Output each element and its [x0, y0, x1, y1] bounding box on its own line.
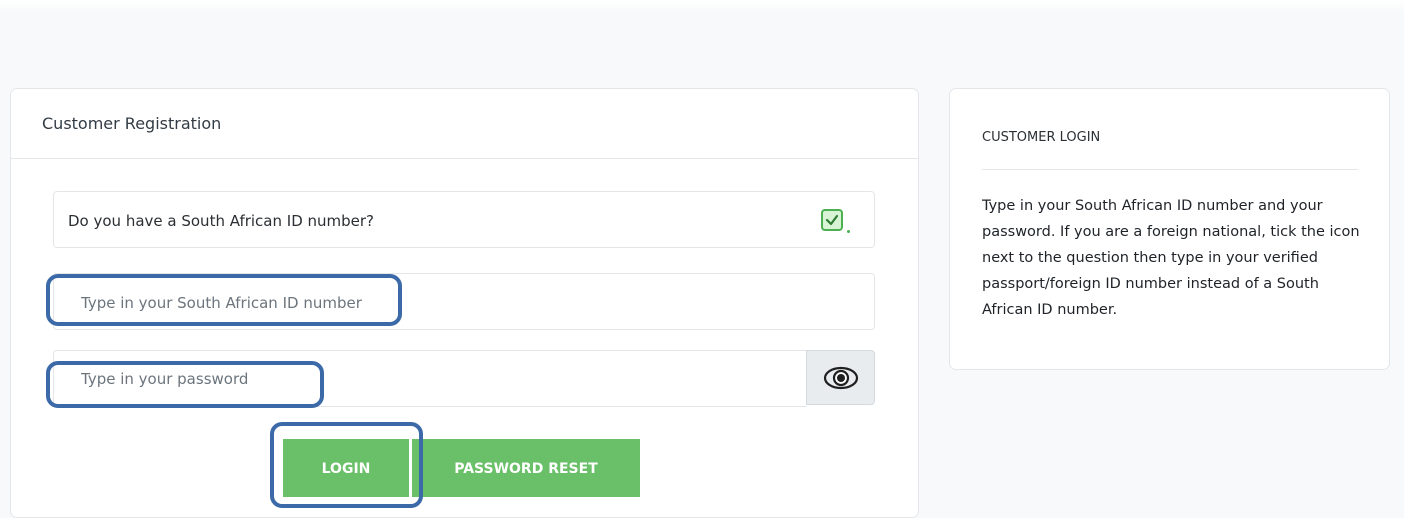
card-title: Customer Registration: [42, 114, 222, 133]
sa-id-question-label: Do you have a South African ID number?: [68, 212, 375, 230]
login-card-title: CUSTOMER LOGIN: [982, 130, 1101, 145]
divider: [982, 169, 1358, 170]
password-input[interactable]: [54, 351, 807, 406]
checkmark-icon: [825, 214, 839, 226]
card-header: Customer Registration: [11, 89, 918, 159]
customer-login-card: CUSTOMER LOGIN Type in your South Africa…: [949, 88, 1390, 370]
eye-icon: [823, 366, 859, 390]
sa-id-input[interactable]: [54, 274, 874, 329]
show-password-button[interactable]: [806, 350, 875, 405]
password-reset-button[interactable]: PASSWORD RESET: [412, 439, 640, 497]
checkbox-checked-icon[interactable]: [821, 209, 843, 231]
login-button[interactable]: LOGIN: [283, 439, 409, 497]
login-instructions: Type in your South African ID number and…: [982, 198, 1360, 318]
top-bar: [0, 0, 1404, 12]
password-field: [53, 350, 807, 407]
sa-id-question-row: Do you have a South African ID number?: [53, 191, 875, 248]
checkbox-indicator-dot: [847, 230, 850, 233]
sa-id-field: [53, 273, 875, 330]
